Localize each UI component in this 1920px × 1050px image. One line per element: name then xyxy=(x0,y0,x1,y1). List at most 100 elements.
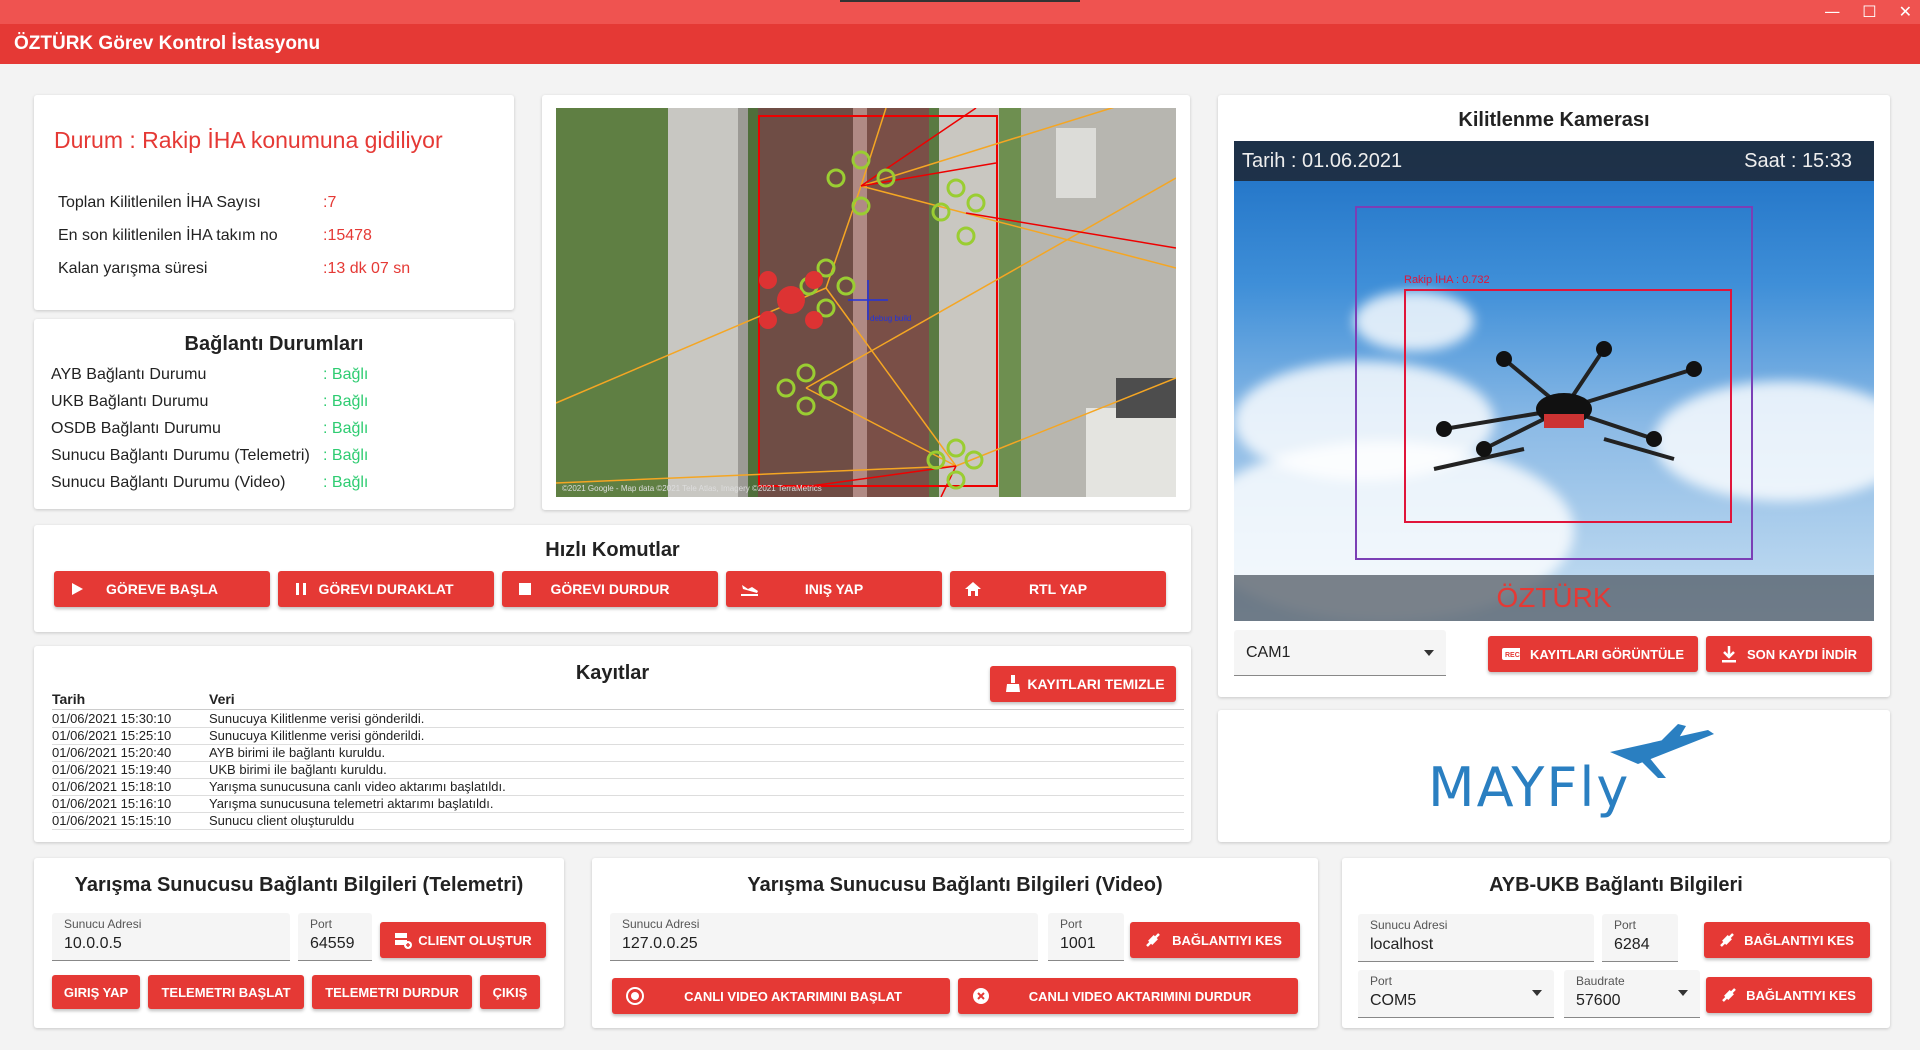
maximize-icon[interactable]: ☐ xyxy=(1862,2,1876,22)
chevron-down-icon xyxy=(1424,650,1434,656)
log-date: 01/06/2021 15:20:40 xyxy=(52,745,172,760)
log-date: 01/06/2021 15:15:10 xyxy=(52,813,172,828)
connection-label: OSDB Bağlantı Durumu xyxy=(51,420,221,437)
camera-title: Kilitlenme Kamerası xyxy=(1458,109,1650,131)
camera-time: Saat : 15:33 xyxy=(1744,150,1852,172)
ayb-address-field[interactable]: Sunucu Adresi localhost xyxy=(1358,914,1594,962)
log-message: Sunucu client oluşturuldu xyxy=(209,813,355,828)
video-address-label: Sunucu Adresi xyxy=(622,917,700,931)
start-live-video-button[interactable]: CANLI VIDEO AKTARIMINI BAŞLAT xyxy=(612,978,950,1014)
ayb-port-value: 6284 xyxy=(1614,936,1650,953)
telemetry-start-label: TELEMETRI BAŞLAT xyxy=(161,984,291,1000)
connection-label: Sunucu Bağlantı Durumu (Video) xyxy=(51,474,286,491)
download-icon xyxy=(1720,645,1738,663)
server-add-icon xyxy=(394,931,412,949)
app-window: — ☐ ✕ ÖZTÜRK Görev Kontrol İstasyonu Dur… xyxy=(0,0,1920,1050)
minimize-icon[interactable]: — xyxy=(1824,2,1840,22)
status-row: Toplan Kilitlenilen İHA Sayısı:7 xyxy=(58,194,336,212)
stop-icon xyxy=(516,580,534,598)
pause-mission-button[interactable]: GÖREVI DURAKLAT xyxy=(278,571,494,607)
ayb-address-value: localhost xyxy=(1370,936,1434,953)
serial-port-value: COM5 xyxy=(1370,992,1417,1009)
view-records-label: KAYITLARI GÖRÜNTÜLE xyxy=(1529,646,1685,662)
login-button[interactable]: GIRIŞ YAP xyxy=(52,975,140,1009)
log-date: 01/06/2021 15:18:10 xyxy=(52,779,172,794)
telemetry-stop-button[interactable]: TELEMETRI DURDUR xyxy=(312,975,472,1009)
close-icon[interactable]: ✕ xyxy=(1899,2,1912,22)
telemetry-start-button[interactable]: TELEMETRI BAŞLAT xyxy=(148,975,304,1009)
log-message: Sunucuya Kilitlenme verisi gönderildi. xyxy=(209,728,425,743)
broom-icon xyxy=(1004,675,1022,693)
telemetry-address-field[interactable]: Sunucu Adresi 10.0.0.5 xyxy=(52,913,290,961)
exit-button[interactable]: ÇIKIŞ xyxy=(480,975,540,1009)
log-row: 01/06/2021 15:19:40 UKB birimi ile bağlan… xyxy=(52,762,1184,779)
video-disconnect-button[interactable]: BAĞLANTIYI KES xyxy=(1130,922,1300,958)
drag-handle[interactable] xyxy=(840,0,1080,2)
record-icon: REC xyxy=(1502,645,1520,663)
ayb-ukb-title: AYB-UKB Bağlantı Bilgileri xyxy=(1489,874,1743,896)
land-label: INIŞ YAP xyxy=(804,581,864,597)
telemetry-title: Yarışma Sunucusu Bağlantı Bilgileri (Tel… xyxy=(74,874,524,896)
create-client-button[interactable]: CLIENT OLUŞTUR xyxy=(380,922,546,958)
stop-mission-button[interactable]: GÖREVI DURDUR xyxy=(502,571,718,607)
mission-map[interactable]: debug build ©2021 Google - Map data ©202… xyxy=(556,108,1176,497)
logs-column-data: Veri xyxy=(209,691,235,707)
telemetry-address-label: Sunucu Adresi xyxy=(64,917,142,931)
map-attribution: ©2021 Google - Map data ©2021 Tele Atlas… xyxy=(562,484,822,493)
video-title: Yarışma Sunucusu Bağlantı Bilgileri (Vid… xyxy=(747,874,1163,896)
stop-live-video-label: CANLI VIDEO AKTARIMINI DURDUR xyxy=(1028,988,1252,1004)
log-row: 01/06/2021 15:30:10 Sunucuya Kilitlenme v… xyxy=(52,711,1184,728)
baudrate-select[interactable]: Baudrate 57600 xyxy=(1564,970,1700,1018)
connection-row: Sunucu Bağlantı Durumu (Telemetri): Bağl… xyxy=(51,447,368,465)
plug-off-icon xyxy=(1720,986,1738,1004)
status-headline: Durum : Rakip İHA konumuna gidiliyor xyxy=(54,127,443,153)
quick-commands-title: Hızlı Komutlar xyxy=(545,539,680,561)
start-mission-button[interactable]: GÖREVE BAŞLA xyxy=(54,571,270,607)
video-port-field[interactable]: Port 1001 xyxy=(1048,913,1124,961)
rtl-button[interactable]: RTL YAP xyxy=(950,571,1166,607)
telemetry-port-field[interactable]: Port 64559 xyxy=(298,913,372,961)
status-value: :7 xyxy=(323,194,337,211)
map-canvas[interactable]: debug build ©2021 Google - Map data ©202… xyxy=(556,108,1176,497)
app-title: ÖZTÜRK Görev Kontrol İstasyonu xyxy=(0,24,1920,64)
serial-disconnect-button[interactable]: BAĞLANTIYI KES xyxy=(1706,977,1872,1013)
connection-value: : Bağlı xyxy=(323,474,369,491)
log-message: Yarışma sunucusuna telemetri aktarımı ba… xyxy=(209,796,494,811)
stop-live-video-button[interactable]: CANLI VIDEO AKTARIMINI DURDUR xyxy=(958,978,1298,1014)
play-icon xyxy=(68,580,86,598)
connection-value: : Bağlı xyxy=(323,420,369,437)
serial-disconnect-label: BAĞLANTIYI KES xyxy=(1746,987,1856,1003)
chevron-down-icon xyxy=(1678,990,1688,996)
ayb-port-field[interactable]: Port 6284 xyxy=(1602,914,1678,962)
connection-status-card: Bağlantı Durumları AYB Bağlantı Durumu: … xyxy=(34,319,514,509)
ayb-port-label: Port xyxy=(1614,918,1637,932)
camera-select[interactable]: CAM1 xyxy=(1234,630,1446,676)
connection-value: : Bağlı xyxy=(323,366,369,383)
system-titlebar[interactable]: — ☐ ✕ xyxy=(0,0,1920,24)
serial-port-select[interactable]: Port COM5 xyxy=(1358,970,1554,1018)
home-icon xyxy=(964,580,982,598)
status-value: :15478 xyxy=(323,227,372,244)
log-date: 01/06/2021 15:16:10 xyxy=(52,796,172,811)
clear-logs-button[interactable]: KAYITLARI TEMIZLE xyxy=(990,666,1176,702)
map-debug-label: debug build xyxy=(870,314,911,323)
status-label: En son kilitlenilen İHA takım no xyxy=(58,227,278,244)
baudrate-label: Baudrate xyxy=(1576,974,1625,988)
video-address-field[interactable]: Sunucu Adresi 127.0.0.25 xyxy=(610,913,1038,961)
view-records-button[interactable]: REC KAYITLARI GÖRÜNTÜLE xyxy=(1488,636,1698,672)
status-value: :13 dk 07 sn xyxy=(323,260,411,277)
connection-row: UKB Bağlantı Durumu: Bağlı xyxy=(51,393,368,411)
download-last-record-button[interactable]: SON KAYDI İNDİR xyxy=(1706,636,1872,672)
log-row: 01/06/2021 15:25:10 Sunucuya Kilitlenme v… xyxy=(52,728,1184,745)
video-address-value: 127.0.0.25 xyxy=(622,935,698,952)
connection-label: Sunucu Bağlantı Durumu (Telemetri) xyxy=(51,447,310,464)
connection-status-title: Bağlantı Durumları xyxy=(184,333,364,355)
ayb-disconnect-button[interactable]: BAĞLANTIYI KES xyxy=(1704,922,1870,958)
telemetry-stop-label: TELEMETRI DURDUR xyxy=(325,984,459,1000)
camera-feed: Tarih : 01.06.2021 Saat : 15:33 Rakip İH… xyxy=(1234,141,1874,621)
landing-icon xyxy=(740,580,758,598)
land-button[interactable]: INIŞ YAP xyxy=(726,571,942,607)
create-client-label: CLIENT OLUŞTUR xyxy=(418,932,532,948)
telemetry-port-value: 64559 xyxy=(310,935,355,952)
log-message: UKB birimi ile bağlantı kuruldu. xyxy=(209,762,387,777)
